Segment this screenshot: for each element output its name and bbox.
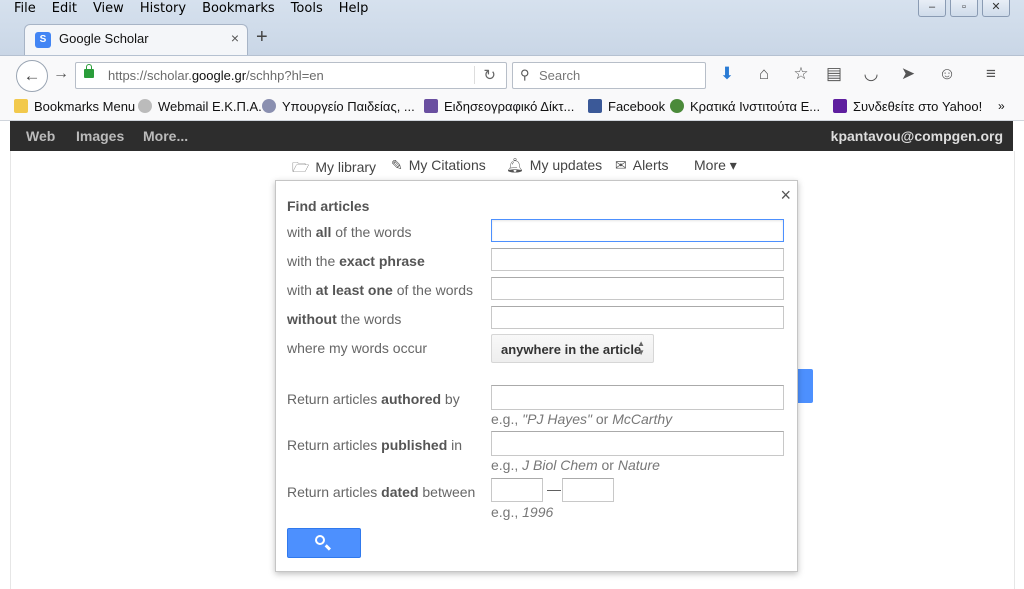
close-window-button[interactable]: ✕: [982, 0, 1010, 17]
forward-button[interactable]: →: [53, 65, 69, 83]
envelope-icon: ✉: [615, 157, 627, 173]
nav-more[interactable]: More ▾: [694, 157, 737, 177]
label-without-words: without the words: [287, 311, 402, 327]
reload-icon[interactable]: ↻: [474, 66, 496, 84]
label-exact-phrase: with the exact phrase: [287, 253, 425, 269]
bookmark-item[interactable]: Κρατικά Ινστιτούτα Ε...: [670, 99, 820, 114]
address-bar[interactable]: https://scholar.google.gr/schhp?hl=en ↻: [75, 62, 507, 89]
home-icon[interactable]: ⌂: [753, 64, 775, 84]
news-icon: [424, 99, 438, 113]
chat-icon[interactable]: ☺: [936, 64, 958, 84]
bookmarks-overflow-icon[interactable]: »: [998, 99, 1005, 113]
occurrence-select[interactable]: anywhere in the article ▲ ▼: [491, 334, 654, 363]
occurrence-select-value: anywhere in the article: [501, 342, 642, 357]
label-where-words-occur: where my words occur: [287, 340, 428, 356]
menu-file[interactable]: File: [8, 1, 44, 19]
nav-alerts[interactable]: ✉ Alerts: [615, 157, 669, 177]
menu-history[interactable]: History: [132, 1, 194, 19]
menu-bar: File Edit View History Bookmarks Tools H…: [8, 1, 376, 19]
yahoo-mail-icon: [833, 99, 847, 113]
close-icon[interactable]: ×: [780, 185, 791, 206]
window-titlebar: File Edit View History Bookmarks Tools H…: [0, 0, 1024, 56]
bell-icon: 🔔︎: [506, 157, 524, 173]
folder-icon: [14, 99, 28, 113]
label-all-words: with all of the words: [287, 224, 412, 240]
menu-edit[interactable]: Edit: [44, 1, 85, 19]
menu-help[interactable]: Help: [331, 1, 377, 19]
institute-icon: [670, 99, 684, 113]
search-placeholder: Search: [539, 68, 581, 83]
google-bar: Web Images More... kpantavou@compgen.org: [10, 121, 1013, 151]
bookmark-item[interactable]: Bookmarks Menu: [14, 99, 135, 114]
author-hint: e.g., "PJ Hayes" or McCarthy: [491, 411, 673, 427]
ministry-icon: [262, 99, 276, 113]
label-published-in: Return articles published in: [287, 437, 463, 453]
author-input[interactable]: [491, 385, 784, 410]
send-icon[interactable]: ➤: [897, 64, 919, 84]
globe-icon: [138, 99, 152, 113]
account-email[interactable]: kpantavou@compgen.org: [831, 128, 1003, 144]
gbar-web-link[interactable]: Web: [26, 128, 55, 144]
maximize-button[interactable]: ▫: [950, 0, 978, 17]
lock-icon: [84, 64, 94, 78]
bookmark-item[interactable]: Υπουργείο Παιδείας, ...: [262, 99, 415, 114]
label-at-least-one: with at least one of the words: [287, 282, 473, 298]
minimize-button[interactable]: –: [918, 0, 946, 17]
pocket-icon[interactable]: ◡: [860, 64, 882, 84]
download-icon[interactable]: ⬇: [716, 64, 738, 84]
date-to-input[interactable]: [562, 478, 614, 502]
new-tab-button[interactable]: +: [256, 26, 268, 49]
scholar-favicon-icon: S: [35, 32, 51, 48]
date-separator: —: [547, 481, 561, 497]
publication-input[interactable]: [491, 431, 784, 456]
navigation-toolbar: ← → https://scholar.google.gr/schhp?hl=e…: [0, 55, 1024, 95]
publication-hint: e.g., J Biol Chem or Nature: [491, 457, 660, 473]
nav-my-citations[interactable]: ✎ My Citations: [391, 157, 486, 177]
address-url[interactable]: https://scholar.google.gr/schhp?hl=en: [108, 68, 324, 83]
window-controls: – ▫ ✕: [918, 0, 1010, 17]
menu-tools[interactable]: Tools: [283, 1, 331, 19]
search-icon: ⚲: [520, 67, 530, 82]
label-dated-between: Return articles dated between: [287, 484, 476, 500]
back-button[interactable]: ←: [16, 60, 48, 92]
nav-my-library[interactable]: 🗁 My library: [292, 157, 376, 177]
date-from-input[interactable]: [491, 478, 543, 502]
bookmark-item[interactable]: Webmail Ε.Κ.Π.Α.: [138, 99, 262, 114]
label-authored-by: Return articles authored by: [287, 391, 460, 407]
date-hint: e.g., 1996: [491, 504, 554, 520]
bookmark-item[interactable]: Συνδεθείτε στο Yahoo!: [833, 99, 982, 114]
browser-search-input[interactable]: ⚲ Search: [512, 62, 706, 89]
tab-google-scholar[interactable]: S Google Scholar ×: [24, 24, 248, 55]
bookmarks-toolbar: Bookmarks Menu Webmail Ε.Κ.Π.Α. Υπουργεί…: [0, 95, 1024, 121]
tab-close-icon[interactable]: ×: [231, 30, 239, 46]
bookmark-item[interactable]: Ειδησεογραφικό Δίκτ...: [424, 99, 574, 114]
at-least-one-input[interactable]: [491, 277, 784, 300]
bookmark-star-icon[interactable]: ☆: [790, 64, 812, 84]
hidden-search-button-edge: [797, 369, 813, 403]
menu-view[interactable]: View: [85, 1, 132, 19]
gbar-images-link[interactable]: Images: [76, 128, 124, 144]
dialog-title: Find articles: [287, 198, 370, 214]
advanced-search-button[interactable]: [287, 528, 361, 558]
facebook-icon: [588, 99, 602, 113]
pencil-icon: ✎: [391, 157, 403, 173]
nav-my-updates[interactable]: 🔔︎ My updates: [506, 157, 602, 177]
gbar-more-link[interactable]: More...: [143, 128, 188, 144]
all-words-input[interactable]: [491, 219, 784, 242]
folder-open-icon: 🗁: [292, 159, 310, 175]
reading-list-icon[interactable]: ▤: [823, 64, 845, 84]
bookmark-item[interactable]: Facebook: [588, 99, 665, 114]
advanced-search-dialog: × Find articles with all of the words wi…: [275, 180, 798, 572]
exact-phrase-input[interactable]: [491, 248, 784, 271]
without-words-input[interactable]: [491, 306, 784, 329]
magnifier-icon: [315, 535, 325, 545]
hamburger-menu-icon[interactable]: ≡: [980, 64, 1002, 84]
updown-arrows-icon: ▲ ▼: [637, 339, 645, 357]
tab-title: Google Scholar: [59, 31, 149, 46]
menu-bookmarks[interactable]: Bookmarks: [194, 1, 283, 19]
